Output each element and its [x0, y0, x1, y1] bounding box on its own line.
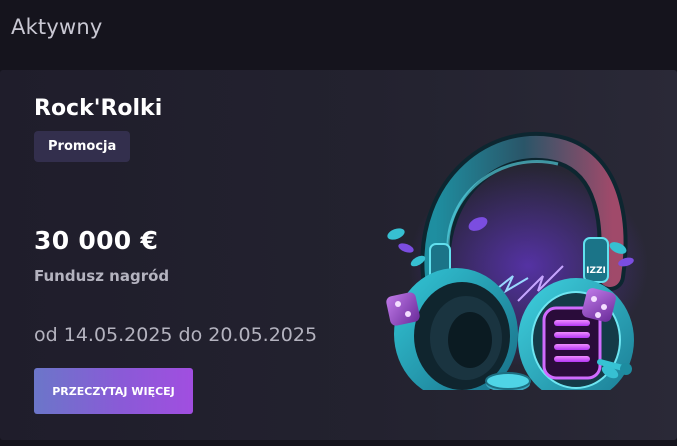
promotion-dates: od 14.05.2025 do 20.05.2025 [34, 324, 318, 346]
promotion-title: Rock'Rolki [34, 96, 163, 121]
promotion-badge: Promocja [34, 131, 131, 162]
page: Aktywny Rock'Rolki Promocja 30 000 € Fun… [0, 0, 677, 446]
prize-amount: 30 000 € [34, 226, 159, 255]
svg-text:IZZI: IZZI [586, 266, 606, 276]
promotion-card[interactable]: Rock'Rolki Promocja 30 000 € Fundusz nag… [0, 70, 677, 440]
headphones-icon: IZZI [386, 131, 648, 390]
prize-label: Fundusz nagród [34, 267, 170, 285]
section-title: Aktywny [11, 15, 103, 39]
read-more-button[interactable]: PRZECZYTAJ WIĘCEJ [34, 368, 193, 414]
